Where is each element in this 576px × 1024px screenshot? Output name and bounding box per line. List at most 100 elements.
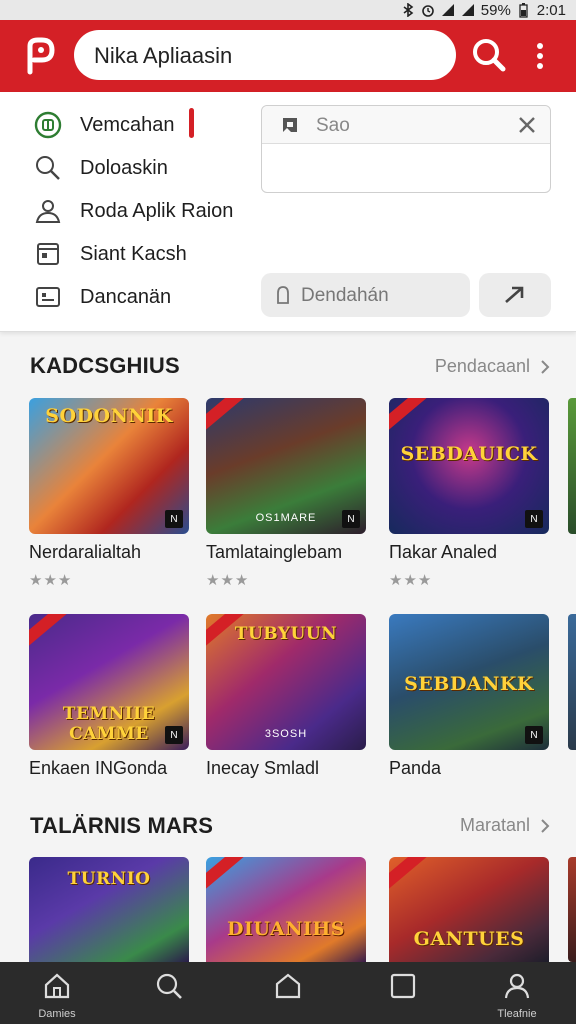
search-icon[interactable] xyxy=(470,36,508,74)
close-icon[interactable] xyxy=(516,114,538,136)
ribbon xyxy=(29,614,69,649)
app-card[interactable]: TUBYUUN 3SOSH Inecay Smladl xyxy=(206,614,366,779)
ribbon xyxy=(389,857,429,892)
flag-icon xyxy=(280,115,300,135)
chevron-right-icon xyxy=(541,359,550,374)
clock: 2:01 xyxy=(536,1,566,19)
app-card[interactable]: SODONNIK N Nerdaralialtah ★★★ xyxy=(29,398,189,589)
document-icon xyxy=(275,285,291,305)
app-thumbnail: SEBDANKK N xyxy=(389,614,549,750)
app-thumbnail: GANTUES xyxy=(389,857,549,962)
menu-item-dancanan[interactable]: Dancanän xyxy=(34,282,171,312)
arrow-up-right-icon xyxy=(505,286,524,303)
search-icon xyxy=(34,154,62,182)
dendahan-button[interactable]: Dendahán xyxy=(261,273,470,317)
section-title: TALÄRNIS MARS xyxy=(30,813,214,838)
app-card[interactable]: TURNIO xyxy=(29,857,189,962)
menu-item-doloaskin[interactable]: Doloaskin xyxy=(34,153,168,183)
badge-icon: N xyxy=(342,510,360,528)
app-title: Panda xyxy=(389,758,442,778)
more-vertical-icon[interactable] xyxy=(528,36,552,76)
status-indicators: 59% 2:01 xyxy=(401,0,566,20)
filter-input[interactable]: Sao xyxy=(262,106,550,144)
thumbnail-title: SEBDANKK xyxy=(404,673,534,695)
nav-label: Damies xyxy=(38,1008,76,1020)
filter-panel: Sao xyxy=(261,105,551,193)
thumbnail-subtitle: 3SOSH xyxy=(264,728,308,740)
app-thumbnail-peek xyxy=(568,857,576,962)
app-rating: ★★★ xyxy=(29,572,73,589)
thumbnail-title: TUBYUUN xyxy=(234,624,338,644)
app-thumbnail-peek xyxy=(568,614,576,750)
search-field[interactable]: Nika Apliaasin xyxy=(74,30,456,80)
dendahan-label: Dendahán xyxy=(301,285,389,306)
ribbon xyxy=(389,398,429,433)
nav-item-home-outline[interactable] xyxy=(243,962,333,1024)
app-thumbnail: SEBDAUICK N xyxy=(389,398,549,534)
thumbnail-title: DIUANIHS xyxy=(226,918,346,940)
dropdown-menu: Vemcahan Doloaskin Roda Aplik Raion Sian… xyxy=(0,92,576,332)
search-input[interactable]: Nika Apliaasin xyxy=(94,43,232,69)
app-card[interactable]: TEMNIIE CAMME N Enkaen INGonda xyxy=(29,614,189,779)
menu-item-roda-aplik-raion[interactable]: Roda Aplik Raion xyxy=(34,196,233,226)
person-icon xyxy=(34,197,62,225)
menu-item-label: Siant Kacsh xyxy=(80,242,187,265)
see-more-link[interactable]: Pendacaanl xyxy=(435,356,550,377)
signal-icon xyxy=(461,3,475,17)
app-card[interactable]: OS1MARE N Tamlatainglebam ★★★ xyxy=(206,398,366,589)
app-header: Nika Apliaasin xyxy=(0,20,576,92)
thumbnail-title: GANTUES xyxy=(413,928,525,950)
app-thumbnail: TURNIO xyxy=(29,857,189,962)
search-icon xyxy=(155,972,183,1000)
image-card-icon xyxy=(34,283,62,311)
app-rating: ★★★ xyxy=(389,572,433,589)
chevron-right-icon xyxy=(541,818,550,833)
thumbnail-title: SEBDAUICK xyxy=(400,443,538,465)
home-outline-icon xyxy=(274,972,302,1000)
home-icon xyxy=(43,972,71,1000)
app-thumbnail-peek xyxy=(568,398,576,534)
app-card[interactable]: DIUANIHS xyxy=(206,857,366,962)
badge-icon: N xyxy=(525,726,543,744)
menu-item-label: Doloaskin xyxy=(80,156,168,179)
app-title: Inecay Smladl xyxy=(206,758,320,778)
filter-placeholder: Sao xyxy=(316,115,350,136)
see-more-label: Maratanl xyxy=(459,815,530,835)
menu-item-vemcahan[interactable]: Vemcahan xyxy=(34,110,175,140)
menu-item-label: Dancanän xyxy=(80,285,172,308)
bottom-navigation: Damies Tleafnie xyxy=(0,962,576,1024)
app-thumbnail: OS1MARE N xyxy=(206,398,366,534)
expand-button[interactable] xyxy=(479,273,551,317)
battery-icon xyxy=(517,2,531,18)
menu-item-siant-kacsh[interactable]: Siant Kacsh xyxy=(34,239,187,269)
see-more-label: Pendacaanl xyxy=(434,356,530,376)
app-logo[interactable] xyxy=(20,36,58,76)
app-card[interactable]: SEBDAUICK N Πakar Analed ★★★ xyxy=(389,398,549,589)
menu-item-label: Vemcahan xyxy=(80,113,175,136)
profile-icon xyxy=(503,972,531,1000)
app-rating: ★★★ xyxy=(206,572,250,589)
ribbon xyxy=(206,857,246,892)
thumbnail-title: SODONNIK xyxy=(45,405,173,427)
square-icon xyxy=(389,972,417,1000)
app-card[interactable]: GANTUES xyxy=(389,857,549,962)
badge-icon: N xyxy=(525,510,543,528)
nav-item-recents[interactable] xyxy=(358,962,448,1024)
thumbnail-title: TURNIO xyxy=(67,869,151,889)
app-thumbnail: SODONNIK N xyxy=(29,398,189,534)
badge-icon: N xyxy=(165,726,183,744)
ribbon xyxy=(206,398,246,433)
app-thumbnail: TEMNIIE CAMME N xyxy=(29,614,189,750)
app-title: Nerdaralialtah xyxy=(29,542,142,562)
menu-item-label: Roda Aplik Raion xyxy=(80,199,234,222)
status-bar: 59% 2:01 xyxy=(0,0,576,20)
see-more-link[interactable]: Maratanl xyxy=(460,815,550,836)
nav-item-home[interactable]: Damies xyxy=(12,962,102,1024)
section-title: KADCSGHIUS xyxy=(30,353,180,378)
app-title: Tamlatainglebam xyxy=(206,542,343,562)
app-card[interactable]: SEBDANKK N Panda xyxy=(389,614,549,779)
signal-icon xyxy=(441,3,455,17)
nav-item-profile[interactable]: Tleafnie xyxy=(472,962,562,1024)
nav-item-search[interactable] xyxy=(124,962,214,1024)
badge-icon: N xyxy=(165,510,183,528)
